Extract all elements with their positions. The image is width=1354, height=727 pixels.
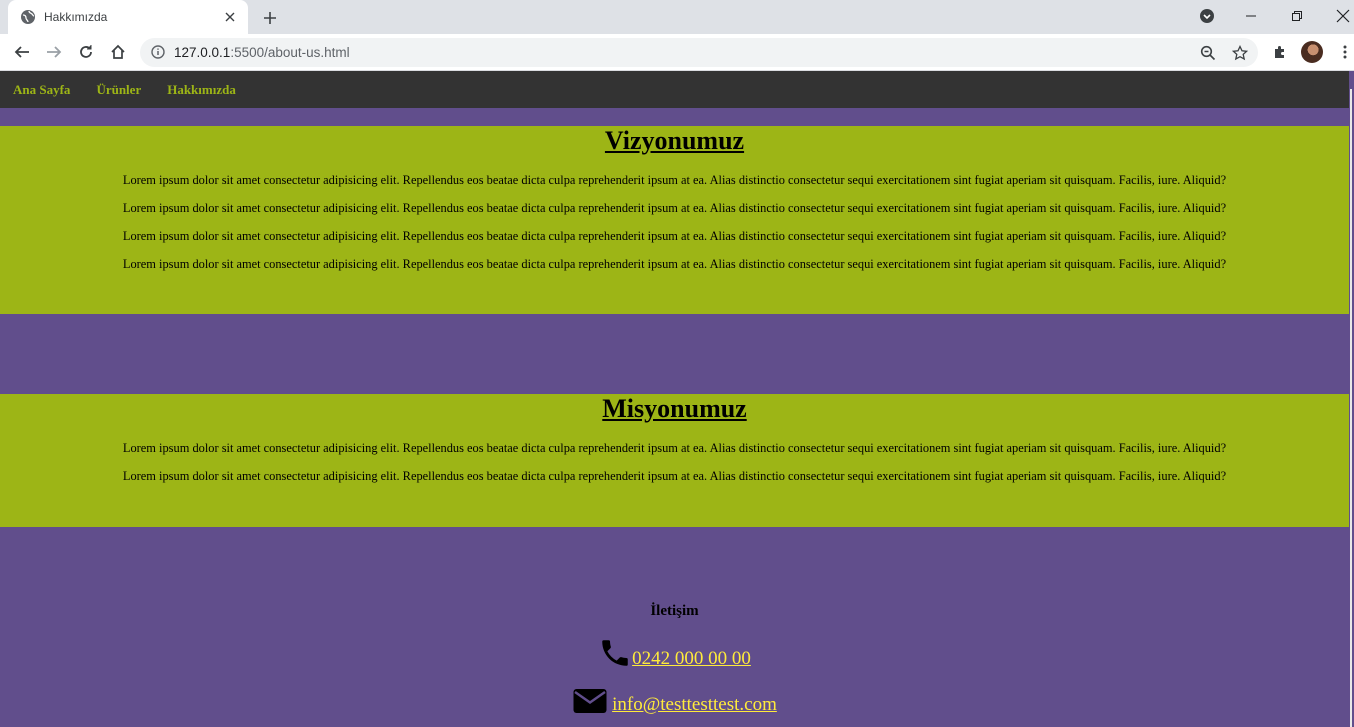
home-icon[interactable]	[106, 40, 130, 64]
restore-icon[interactable]	[1275, 0, 1319, 32]
browser-tabstrip: Hakkımızda	[0, 0, 1354, 34]
mission-paragraph: Lorem ipsum dolor sit amet consectetur a…	[122, 441, 1227, 455]
menu-icon[interactable]	[1333, 40, 1354, 64]
contact-heading: İletişim	[650, 603, 699, 619]
profile-avatar[interactable]	[1301, 41, 1323, 63]
nav-link-about[interactable]: Hakkımızda	[167, 82, 236, 98]
minimize-icon[interactable]	[1229, 0, 1273, 32]
mission-section: Misyonumuz Lorem ipsum dolor sit amet co…	[0, 394, 1349, 527]
browser-toolbar: 127.0.0.1:5500/about-us.html	[0, 34, 1354, 71]
scrollbar-thumb[interactable]	[1350, 89, 1352, 727]
tab-search-icon[interactable]	[1185, 0, 1229, 32]
phone-row: 0242 000 00 00	[0, 636, 1349, 670]
reload-icon[interactable]	[74, 40, 98, 64]
email-link[interactable]: info@testtesttest.com	[612, 694, 777, 716]
address-bar[interactable]: 127.0.0.1:5500/about-us.html	[140, 38, 1258, 67]
url-host: 127.0.0.1	[174, 45, 231, 60]
info-icon[interactable]	[150, 44, 166, 60]
site-navbar: Ana Sayfa Ürünler Hakkımızda	[0, 71, 1349, 108]
page-scrollbar[interactable]	[1349, 71, 1354, 727]
contact-footer: İletişim 0242 000 00 00 info@testtesttes…	[0, 603, 1349, 716]
phone-icon	[598, 636, 632, 670]
plus-icon[interactable]	[258, 6, 282, 30]
star-icon[interactable]	[1230, 43, 1250, 63]
back-icon[interactable]	[10, 40, 34, 64]
zoom-icon[interactable]	[1198, 43, 1218, 63]
mission-title: Misyonumuz	[602, 394, 747, 423]
vision-section: Vizyonumuz Lorem ipsum dolor sit amet co…	[0, 126, 1349, 314]
url-text: 127.0.0.1:5500/about-us.html	[174, 45, 350, 60]
mission-paragraph: Lorem ipsum dolor sit amet consectetur a…	[122, 469, 1227, 483]
url-path: :5500/about-us.html	[230, 45, 350, 60]
extensions-icon[interactable]	[1268, 40, 1292, 64]
page-viewport: Ana Sayfa Ürünler Hakkımızda Vizyonumuz …	[0, 71, 1354, 727]
mail-icon	[572, 686, 608, 716]
close-icon[interactable]	[222, 9, 238, 25]
nav-link-home[interactable]: Ana Sayfa	[13, 82, 70, 98]
vision-paragraph: Lorem ipsum dolor sit amet consectetur a…	[122, 201, 1227, 215]
vision-paragraph: Lorem ipsum dolor sit amet consectetur a…	[122, 173, 1227, 187]
globe-icon	[20, 9, 36, 25]
forward-icon[interactable]	[42, 40, 66, 64]
browser-tab[interactable]: Hakkımızda	[8, 0, 248, 34]
window-close-icon[interactable]	[1321, 0, 1354, 32]
vision-paragraph: Lorem ipsum dolor sit amet consectetur a…	[122, 229, 1227, 243]
vision-paragraph: Lorem ipsum dolor sit amet consectetur a…	[122, 257, 1227, 271]
tab-title: Hakkımızda	[44, 10, 108, 24]
email-row: info@testtesttest.com	[0, 686, 1349, 716]
vision-title: Vizyonumuz	[604, 126, 745, 155]
phone-link[interactable]: 0242 000 00 00	[632, 648, 751, 670]
nav-link-products[interactable]: Ürünler	[96, 82, 141, 98]
